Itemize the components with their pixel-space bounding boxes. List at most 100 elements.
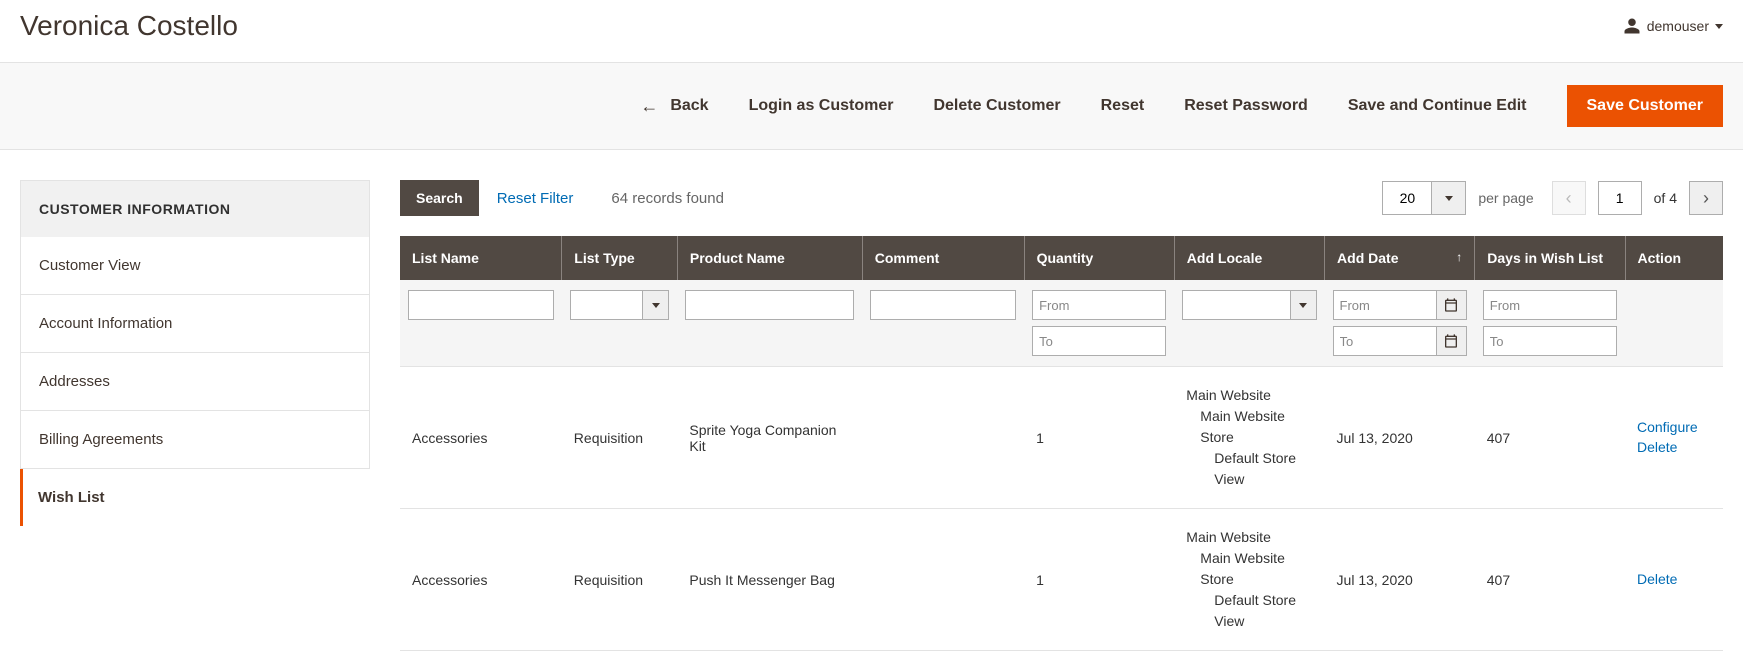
cell-list-name: Accessories xyxy=(400,509,562,651)
filter-list-type-dropdown[interactable] xyxy=(643,290,669,320)
filter-list-type[interactable] xyxy=(570,290,644,320)
filter-days-to[interactable] xyxy=(1483,326,1617,356)
sidebar-item-account-information[interactable]: Account Information xyxy=(21,295,369,353)
locale-level-1: Main Website xyxy=(1186,527,1312,548)
cell-days: 407 xyxy=(1475,367,1625,509)
configure-link[interactable]: Configure xyxy=(1637,418,1711,438)
cell-add-locale: Main Website Main Website Store Default … xyxy=(1174,509,1324,651)
save-continue-button[interactable]: Save and Continue Edit xyxy=(1348,97,1527,115)
cell-add-date: Jul 13, 2020 xyxy=(1325,367,1475,509)
reset-button[interactable]: Reset xyxy=(1101,97,1145,115)
calendar-icon-button[interactable] xyxy=(1437,326,1467,356)
col-add-locale[interactable]: Add Locale xyxy=(1174,236,1324,280)
filter-quantity-from[interactable] xyxy=(1032,290,1166,320)
per-page-label: per page xyxy=(1478,190,1533,206)
filter-add-date-to[interactable] xyxy=(1333,326,1437,356)
page-title: Veronica Costello xyxy=(20,10,238,42)
calendar-icon xyxy=(1443,297,1459,313)
grid-toolbar: Search Reset Filter 64 records found per… xyxy=(400,180,1723,216)
sort-asc-icon: ↑ xyxy=(1456,250,1462,264)
cell-action: Configure Delete xyxy=(1625,367,1723,509)
chevron-down-icon xyxy=(652,303,660,308)
locale-level-2: Main Website Store xyxy=(1186,406,1312,448)
calendar-icon xyxy=(1443,333,1459,349)
table-row: Accessories Requisition Push It Messenge… xyxy=(400,509,1723,651)
sidebar-item-label: Addresses xyxy=(39,373,110,390)
back-label: Back xyxy=(670,97,708,115)
filter-quantity-to[interactable] xyxy=(1032,326,1166,356)
col-days[interactable]: Days in Wish List xyxy=(1475,236,1625,280)
col-list-name[interactable]: List Name xyxy=(400,236,562,280)
reset-password-button[interactable]: Reset Password xyxy=(1184,97,1308,115)
cell-list-type: Requisition xyxy=(562,367,678,509)
filter-comment[interactable] xyxy=(870,290,1016,320)
filter-product-name[interactable] xyxy=(685,290,854,320)
col-list-type[interactable]: List Type xyxy=(562,236,678,280)
cell-quantity: 1 xyxy=(1024,509,1174,651)
sidebar-item-label: Customer View xyxy=(39,257,140,274)
chevron-down-icon xyxy=(1299,303,1307,308)
next-page-button[interactable]: › xyxy=(1689,181,1723,215)
delete-link[interactable]: Delete xyxy=(1637,570,1711,590)
back-button[interactable]: ← Back xyxy=(640,96,708,117)
col-comment[interactable]: Comment xyxy=(862,236,1024,280)
chevron-down-icon xyxy=(1715,24,1723,29)
sidebar-title: CUSTOMER INFORMATION xyxy=(20,180,370,237)
total-pages-label: of 4 xyxy=(1654,190,1677,206)
search-button[interactable]: Search xyxy=(400,180,479,216)
cell-action: Delete xyxy=(1625,509,1723,651)
calendar-icon-button[interactable] xyxy=(1437,290,1467,320)
arrow-left-icon: ← xyxy=(640,96,658,117)
cell-add-date: Jul 13, 2020 xyxy=(1325,509,1475,651)
user-name: demouser xyxy=(1647,18,1709,34)
col-add-date-label: Add Date xyxy=(1337,250,1398,266)
chevron-down-icon xyxy=(1445,196,1453,201)
wish-list-table: List Name List Type Product Name Comment… xyxy=(400,236,1723,651)
filter-add-date-from[interactable] xyxy=(1333,290,1437,320)
delete-customer-button[interactable]: Delete Customer xyxy=(933,97,1060,115)
sidebar-item-addresses[interactable]: Addresses xyxy=(21,353,369,411)
page-size-dropdown[interactable] xyxy=(1432,181,1466,215)
col-add-date[interactable]: Add Date ↑ xyxy=(1325,236,1475,280)
cell-quantity: 1 xyxy=(1024,367,1174,509)
sidebar-item-billing-agreements[interactable]: Billing Agreements xyxy=(21,411,369,468)
sidebar-item-label: Account Information xyxy=(39,315,172,332)
filter-list-name[interactable] xyxy=(408,290,554,320)
locale-level-2: Main Website Store xyxy=(1186,548,1312,590)
filter-days-from[interactable] xyxy=(1483,290,1617,320)
cell-comment xyxy=(862,367,1024,509)
main-content: Search Reset Filter 64 records found per… xyxy=(400,180,1723,651)
user-icon xyxy=(1623,17,1641,35)
reset-filter-link[interactable]: Reset Filter xyxy=(497,190,574,207)
locale-level-3: Default Store View xyxy=(1186,448,1312,490)
sidebar-item-wish-list[interactable]: Wish List xyxy=(20,469,370,526)
prev-page-button[interactable]: ‹ xyxy=(1552,181,1586,215)
col-action[interactable]: Action xyxy=(1625,236,1723,280)
cell-add-locale: Main Website Main Website Store Default … xyxy=(1174,367,1324,509)
cell-list-name: Accessories xyxy=(400,367,562,509)
page-number-input[interactable] xyxy=(1598,181,1642,215)
cell-list-type: Requisition xyxy=(562,509,678,651)
filter-row xyxy=(400,280,1723,367)
table-row: Accessories Requisition Sprite Yoga Comp… xyxy=(400,367,1723,509)
page-size-input[interactable] xyxy=(1382,181,1432,215)
cell-product-name: Push It Messenger Bag xyxy=(677,509,862,651)
action-bar: ← Back Login as Customer Delete Customer… xyxy=(0,62,1743,150)
cell-product-name: Sprite Yoga Companion Kit xyxy=(677,367,862,509)
filter-add-locale-dropdown[interactable] xyxy=(1291,290,1317,320)
login-as-customer-button[interactable]: Login as Customer xyxy=(749,97,894,115)
save-customer-button[interactable]: Save Customer xyxy=(1567,85,1724,127)
chevron-right-icon: › xyxy=(1703,188,1709,209)
page-header: Veronica Costello demouser xyxy=(20,0,1723,62)
filter-add-locale[interactable] xyxy=(1182,290,1290,320)
cell-days: 407 xyxy=(1475,509,1625,651)
sidebar-item-label: Billing Agreements xyxy=(39,431,163,448)
sidebar-item-label: Wish List xyxy=(38,489,105,506)
delete-link[interactable]: Delete xyxy=(1637,438,1711,458)
user-menu[interactable]: demouser xyxy=(1623,17,1723,35)
sidebar: CUSTOMER INFORMATION Customer View Accou… xyxy=(20,180,370,651)
col-product-name[interactable]: Product Name xyxy=(677,236,862,280)
records-found: 64 records found xyxy=(611,190,724,207)
sidebar-item-customer-view[interactable]: Customer View xyxy=(21,237,369,295)
col-quantity[interactable]: Quantity xyxy=(1024,236,1174,280)
